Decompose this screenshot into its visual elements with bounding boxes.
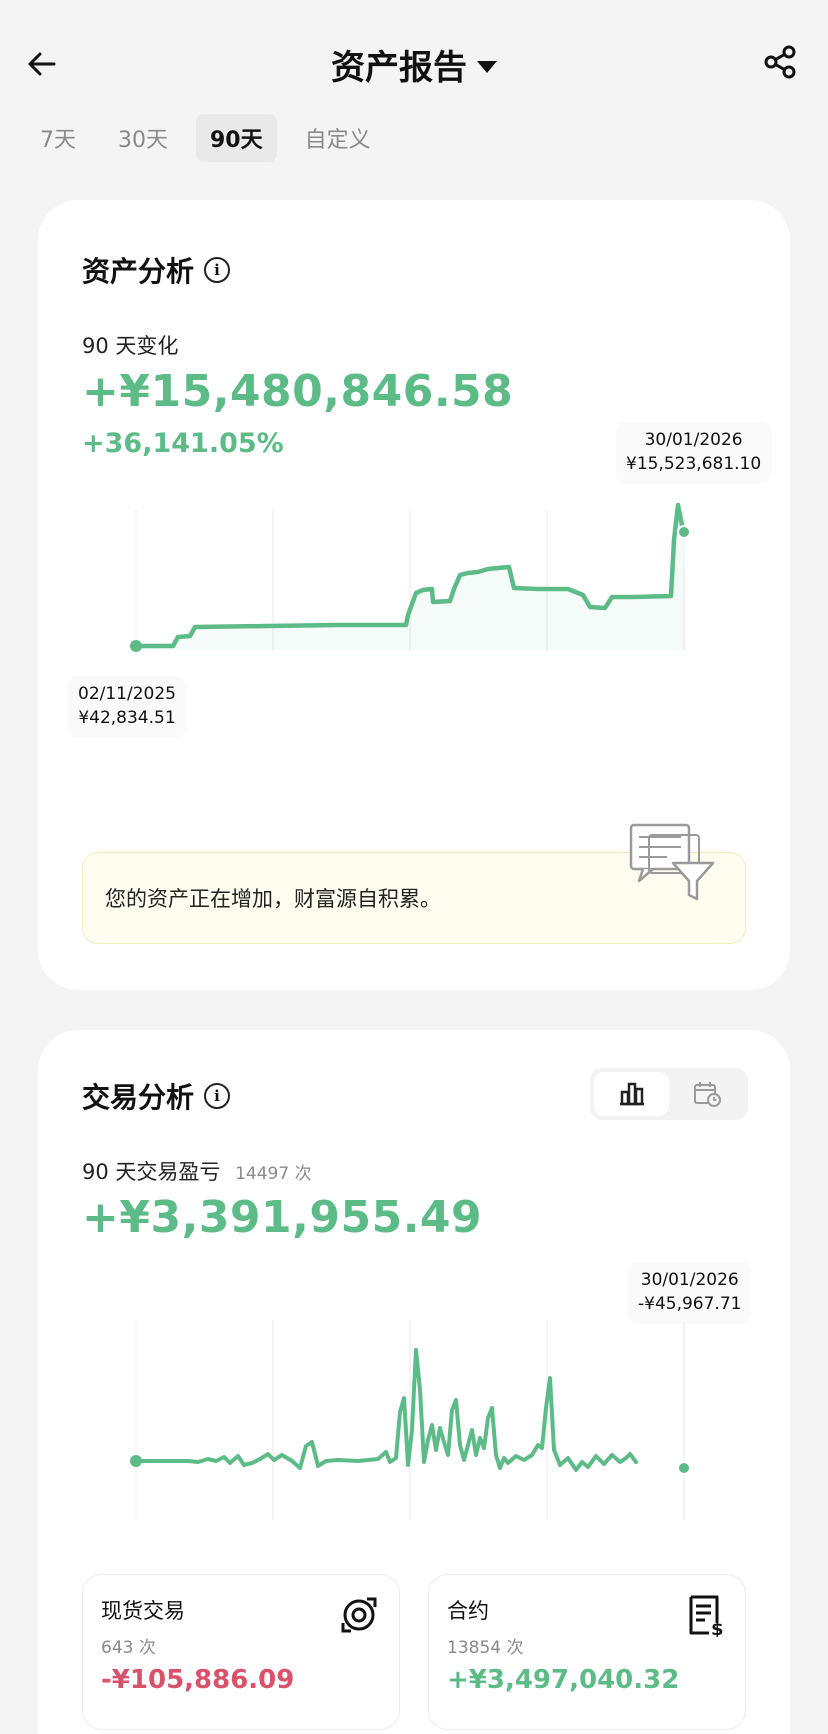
asset-end-value: ¥15,523,681.10 — [626, 454, 762, 474]
asset-end-point — [677, 525, 691, 539]
futures-label: 合约 — [447, 1599, 489, 1623]
trade-analysis-card: 交易分析 i 90 天交易盈亏 14497 次 +¥3,391,955.49 3… — [38, 1030, 790, 1734]
caret-down-icon — [477, 60, 497, 73]
contract-document-icon: $ — [689, 1595, 724, 1637]
svg-text:$: $ — [711, 1619, 724, 1637]
chart-view-toggle — [590, 1068, 748, 1120]
futures-count: 13854 次 — [447, 1638, 524, 1658]
asset-end-date: 30/01/2026 — [644, 430, 743, 450]
info-icon[interactable]: i — [204, 1083, 231, 1109]
asset-start-tooltip: 02/11/2025 ¥42,834.51 — [68, 676, 186, 736]
change-label: 90 天变化 — [82, 334, 179, 358]
title-dropdown[interactable]: 资产报告 — [0, 40, 828, 89]
calendar-view-button[interactable] — [669, 1072, 744, 1116]
pnl-end-point — [677, 1461, 691, 1475]
spot-exchange-icon — [341, 1597, 377, 1633]
tab-90d[interactable]: 90天 — [196, 114, 277, 162]
spot-count: 643 次 — [101, 1638, 156, 1658]
share-icon — [764, 45, 796, 79]
trade-analysis-title: 交易分析 — [82, 1081, 195, 1114]
pnl-end-value: -¥45,967.71 — [638, 1294, 742, 1314]
asset-analysis-heading: 资产分析 i — [82, 250, 231, 290]
pnl-label-row: 90 天交易盈亏 14497 次 — [82, 1156, 312, 1186]
tab-30d[interactable]: 30天 — [104, 114, 182, 162]
pnl-value: +¥3,391,955.49 — [82, 1192, 483, 1243]
pnl-line — [134, 1348, 638, 1472]
message-filter-icon — [629, 823, 715, 901]
tab-7d[interactable]: 7天 — [26, 114, 90, 162]
asset-start-value: ¥42,834.51 — [78, 708, 176, 728]
spot-value: -¥105,886.09 — [101, 1665, 295, 1695]
page-title: 资产报告 — [331, 48, 467, 88]
asset-start-date: 02/11/2025 — [78, 684, 176, 704]
trade-analysis-heading: 交易分析 i — [82, 1076, 231, 1116]
share-button[interactable] — [762, 44, 802, 84]
insight-banner: 您的资产正在增加，财富源自积累。 — [82, 823, 746, 944]
bar-view-button[interactable] — [594, 1072, 669, 1116]
futures-card[interactable]: 合约 13854 次 +¥3,497,040.32 $ — [428, 1574, 746, 1730]
tab-custom[interactable]: 自定义 — [291, 114, 385, 162]
insight-text: 您的资产正在增加，财富源自积累。 — [105, 887, 441, 911]
pnl-end-tooltip: 30/01/2026 -¥45,967.71 — [628, 1262, 752, 1322]
pnl-label: 90 天交易盈亏 — [82, 1160, 221, 1184]
futures-value: +¥3,497,040.32 — [447, 1665, 680, 1695]
asset-end-tooltip: 30/01/2026 ¥15,523,681.10 — [616, 422, 772, 482]
spot-label: 现货交易 — [101, 1599, 185, 1623]
asset-start-point — [130, 640, 142, 652]
period-tabs: 7天 30天 90天 自定义 — [26, 114, 385, 162]
calendar-clock-icon — [693, 1082, 721, 1107]
asset-analysis-card: 资产分析 i 90 天变化 +¥15,480,846.58 +36,141.05… — [38, 200, 790, 990]
chart-grid — [135, 1320, 685, 1520]
pnl-end-date: 30/01/2026 — [640, 1270, 739, 1290]
asset-analysis-title: 资产分析 — [82, 255, 195, 288]
pnl-start-point — [130, 1455, 142, 1467]
spot-trading-card[interactable]: 现货交易 643 次 -¥105,886.09 — [82, 1574, 400, 1730]
top-bar: 资产报告 — [0, 0, 828, 130]
trade-count: 14497 次 — [235, 1164, 312, 1184]
bar-chart-icon — [619, 1082, 644, 1106]
change-value: +¥15,480,846.58 — [82, 366, 514, 417]
info-icon[interactable]: i — [204, 257, 231, 283]
